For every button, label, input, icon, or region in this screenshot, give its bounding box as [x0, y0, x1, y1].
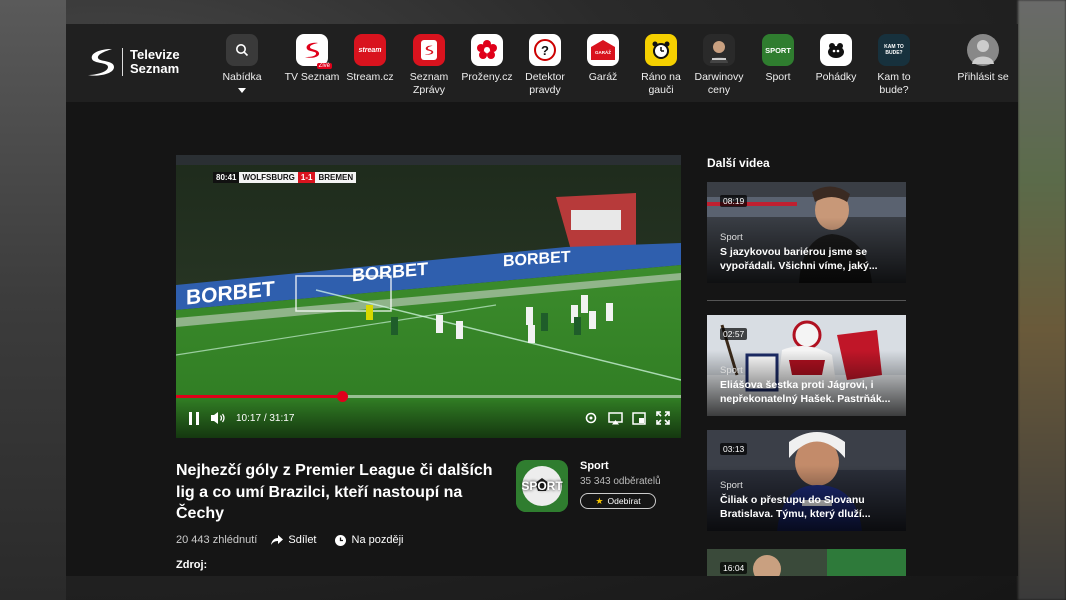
video-card[interactable]: 08:19 Sport S jazykovou bariérou jsme se…: [707, 182, 906, 283]
pause-icon[interactable]: [186, 411, 202, 425]
nav-item-kam-to-bude[interactable]: KAM TO BUDE? Kam to bude?: [862, 34, 926, 97]
match-score: 1-1: [297, 172, 316, 183]
chevron-down-icon: [238, 88, 246, 93]
nav-item-pohadky[interactable]: Pohádky: [804, 34, 868, 84]
next-videos-heading: Další videa: [707, 156, 770, 170]
video-card-title: Eliášova šestka proti Jágrovi, i nepřeko…: [720, 379, 891, 405]
top-navigation: Televize Seznam Nabídka Živě TV Seznam s…: [66, 24, 1018, 102]
televize-seznam-logo[interactable]: Televize Seznam: [86, 46, 180, 78]
search-icon: [226, 34, 258, 66]
clock-icon: [334, 534, 346, 546]
video-card[interactable]: 16:04: [707, 549, 906, 576]
star-icon: ★: [595, 495, 604, 506]
nav-label: TV Seznam: [284, 71, 340, 83]
duration-badge: 16:04: [720, 562, 748, 574]
nav-label: Sport: [765, 71, 791, 83]
nav-label: Ráno na gauči: [641, 71, 681, 96]
alarm-clock-icon: [645, 34, 677, 66]
login-label: Přihlásit se: [957, 71, 1009, 83]
share-icon: [271, 535, 284, 545]
video-player[interactable]: 80:41 WOLFSBURG 1-1 BREMEN BORBET BORBET…: [176, 155, 681, 438]
sport-icon: SPORT: [762, 34, 794, 66]
divider: [707, 300, 906, 301]
video-meta: 20 443 zhlédnutí Sdílet Na později: [176, 534, 403, 546]
duration-badge: 02:57: [720, 328, 748, 340]
nav-item-seznam-zpravy[interactable]: Seznam Zprávy: [397, 34, 461, 97]
source-label: Zdroj:: [176, 559, 208, 571]
video-category: Sport: [720, 365, 743, 376]
nav-item-rano-na-gauci[interactable]: Ráno na gauči: [629, 34, 693, 97]
nav-label: Stream.cz: [346, 71, 394, 83]
nav-label: Garáž: [588, 71, 618, 83]
time-separator: /: [263, 412, 267, 424]
video-card[interactable]: 02:57 Sport Eliášova šestka proti Jágrov…: [707, 315, 906, 416]
current-time: 10:17: [236, 412, 262, 424]
logo-line-2: Seznam: [130, 61, 180, 76]
nav-item-sport[interactable]: SPORT Sport: [746, 34, 810, 84]
video-card-title: S jazykovou bariérou jsme se vypořádali.…: [720, 246, 878, 272]
progress-fill: [176, 395, 343, 398]
stream-icon: stream: [354, 34, 386, 66]
login-button[interactable]: Přihlásit se: [951, 34, 1015, 84]
fullscreen-icon[interactable]: [655, 411, 671, 425]
duration-badge: 03:13: [720, 443, 748, 455]
nav-item-tv-seznam[interactable]: Živě TV Seznam: [280, 34, 344, 84]
subscriber-count: 35 343 odběratelů: [580, 476, 661, 487]
progress-bar[interactable]: [176, 391, 681, 402]
nav-item-darwinovy-ceny[interactable]: Darwinovy ceny: [687, 34, 751, 97]
garage-icon: GARÁŽ: [587, 34, 619, 66]
nav-item-prozeny[interactable]: Proženy.cz: [455, 34, 519, 84]
settings-icon[interactable]: [583, 411, 599, 425]
video-category: Sport: [720, 480, 743, 491]
darwin-icon: [703, 34, 735, 66]
miniplayer-icon[interactable]: [631, 411, 647, 425]
seznam-s-icon: [88, 49, 114, 76]
player-controls: 10:17 / 31:17: [176, 391, 681, 438]
channel-info: SPORT Sport 35 343 odběratelů ★ Odebírat: [516, 460, 661, 512]
progress-handle[interactable]: [337, 391, 349, 402]
nav-label: Kam to bude?: [877, 71, 911, 96]
live-badge: Živě: [316, 63, 332, 69]
match-clock: 80:41: [213, 172, 240, 183]
cast-icon[interactable]: [607, 411, 623, 425]
duration: 31:17: [269, 412, 295, 424]
nav-label: Proženy.cz: [461, 71, 513, 83]
nav-item-detektor-pravdy[interactable]: ? Detektor pravdy: [513, 34, 577, 97]
video-card-title: Čiliak o přestupu do Slovanu Bratislava.…: [720, 494, 871, 520]
video-category: Sport: [720, 232, 743, 243]
view-count: 20 443 zhlédnutí: [176, 534, 258, 546]
nav-label: Pohádky: [815, 71, 857, 83]
time-display: 10:17 / 31:17: [236, 413, 294, 424]
video-card[interactable]: 03:13 Sport Čiliak o přestupu do Slovanu…: [707, 430, 906, 531]
question-icon: ?: [529, 34, 561, 66]
nav-label: Nabídka: [222, 71, 262, 83]
duration-badge: 08:19: [720, 195, 748, 207]
channel-avatar[interactable]: SPORT: [516, 460, 568, 512]
subscribe-button[interactable]: ★ Odebírat: [580, 493, 656, 509]
nav-label: Darwinovy ceny: [694, 71, 744, 96]
channel-name[interactable]: Sport: [580, 460, 661, 472]
nav-label: Seznam Zprávy: [409, 71, 449, 96]
scoreboard: 80:41 WOLFSBURG 1-1 BREMEN: [213, 172, 357, 183]
seznam-zpravy-icon: [413, 34, 445, 66]
app-window: Televize Seznam Nabídka Živě TV Seznam s…: [66, 24, 1018, 576]
share-button[interactable]: Sdílet: [271, 534, 317, 546]
nav-item-garaz[interactable]: GARÁŽ Garáž: [571, 34, 635, 84]
tv-seznam-icon: Živě: [296, 34, 332, 69]
volume-icon[interactable]: [210, 411, 226, 425]
video-title: Nejhezčí góly z Premier League či dalšíc…: [176, 462, 493, 522]
away-team: BREMEN: [315, 172, 357, 183]
nav-item-stream[interactable]: stream Stream.cz: [338, 34, 402, 84]
nav-label: Detektor pravdy: [525, 71, 565, 96]
flower-icon: [471, 34, 503, 66]
kam-to-bude-icon: KAM TO BUDE?: [878, 34, 910, 66]
fairytale-icon: [820, 34, 852, 66]
logo-line-1: Televize: [130, 47, 180, 62]
nav-item-nabidka[interactable]: Nabídka: [210, 34, 274, 93]
user-avatar-icon: [967, 34, 999, 66]
home-team: WOLFSBURG: [239, 172, 298, 183]
watch-later-button[interactable]: Na později: [334, 534, 403, 546]
